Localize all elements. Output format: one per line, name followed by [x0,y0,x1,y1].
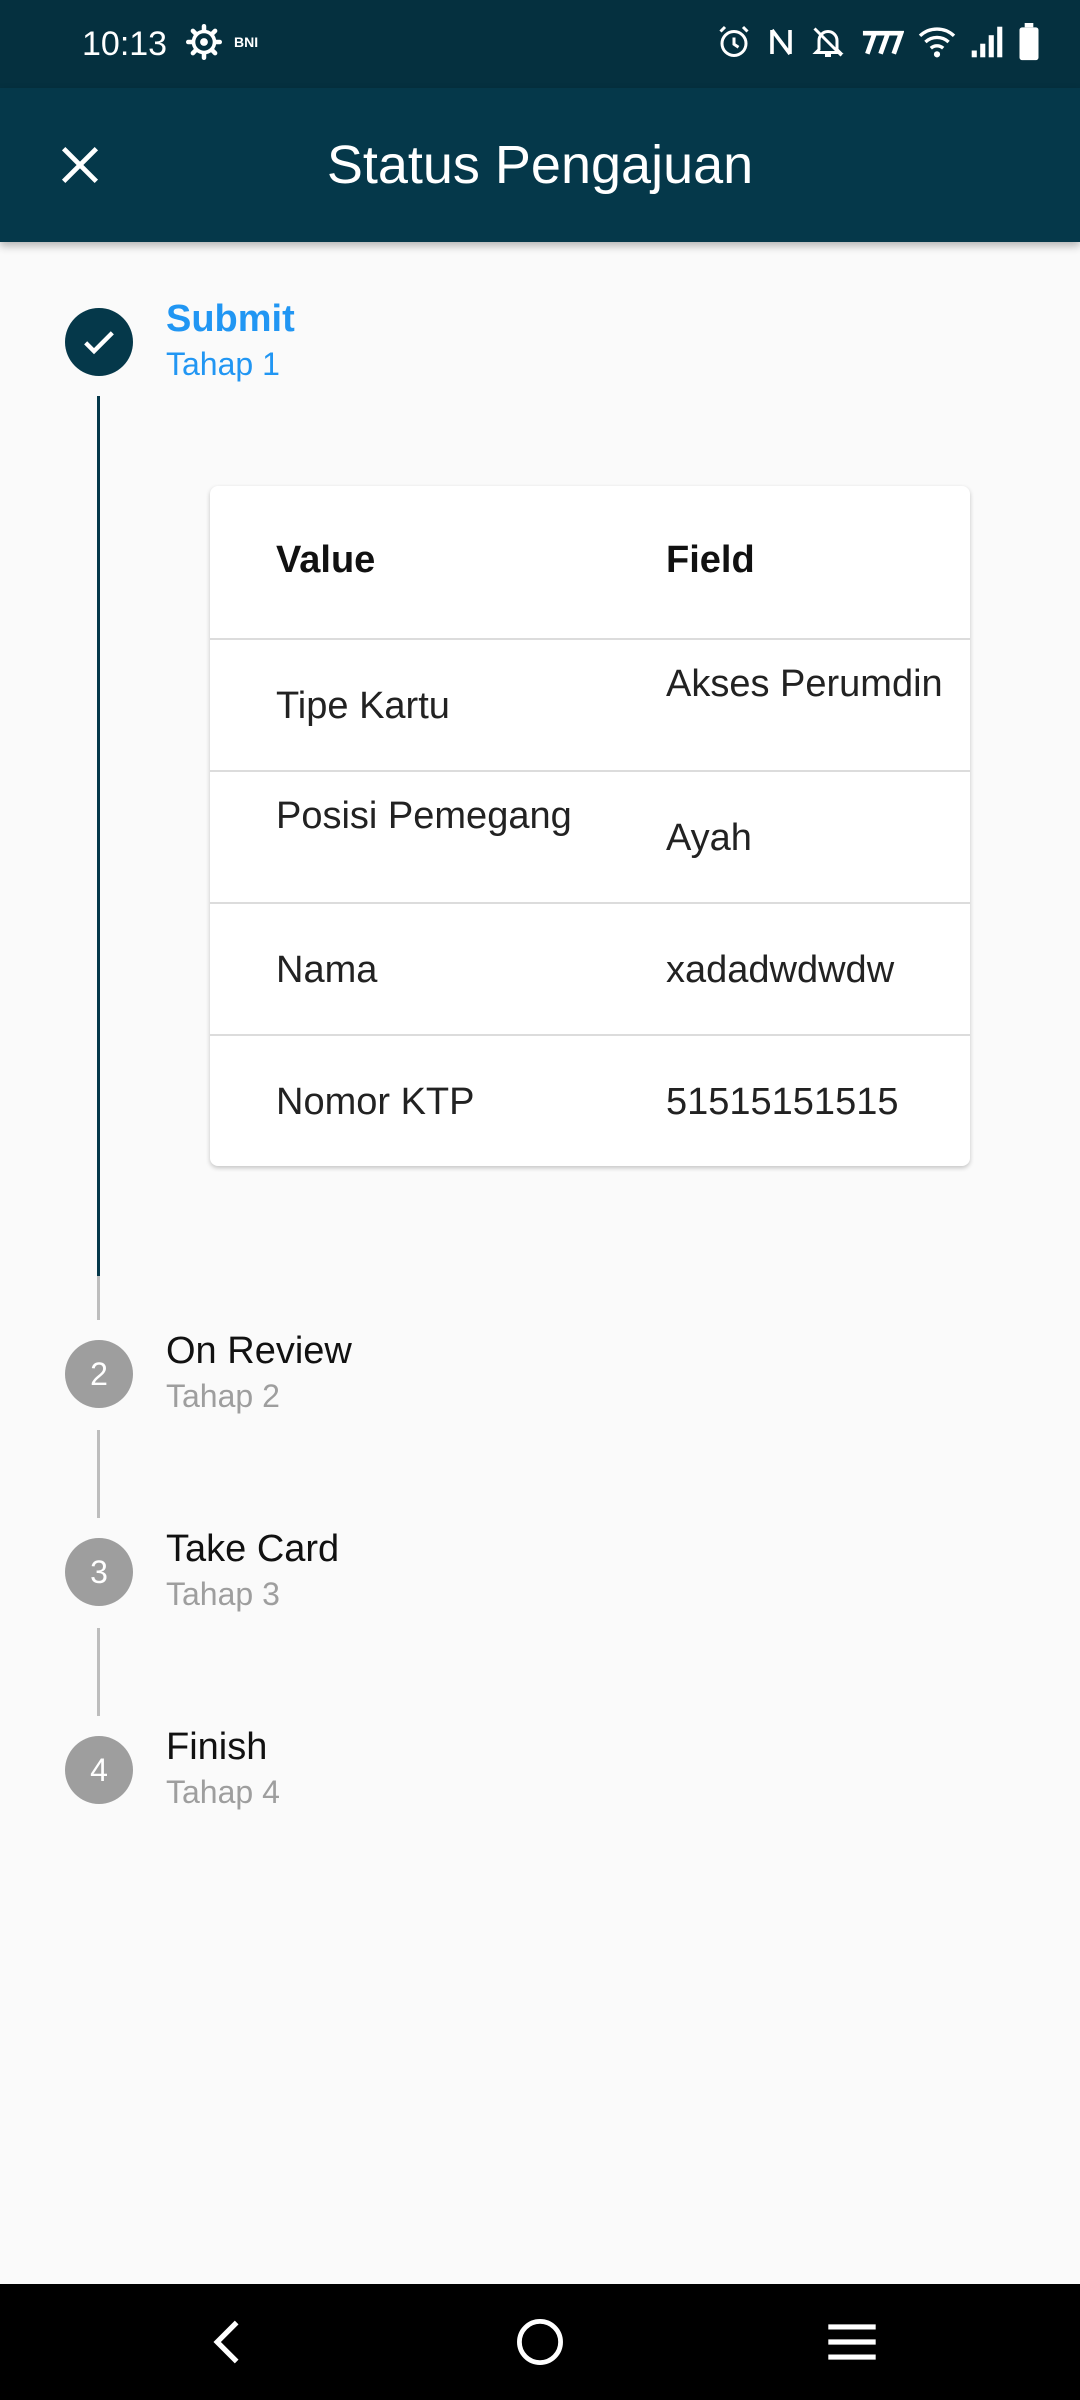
wifi-icon [918,25,956,64]
step-2-circle: 2 [65,1340,133,1408]
table-cell: 51515151515 [666,1081,899,1123]
step-4-title: Finish [166,1726,268,1768]
data-table-card: Value Field Tipe Kartu Akses Perumdin Po… [210,486,970,1166]
status-time: 10:13 [82,25,168,63]
signal-icon [970,25,1004,64]
app-bar: Status Pengajuan [0,88,1080,242]
network-operator-icon [860,27,905,62]
step-1-subtitle: Tahap 1 [166,346,280,382]
table-cell: Nomor KTP [276,1081,475,1123]
recents-button[interactable] [812,2302,892,2382]
step-connector [97,1276,100,1320]
table-row: Tipe Kartu Akses Perumdin [210,640,970,772]
nfc-icon [766,24,796,65]
table-row: Nama xadadwdwdw [210,904,970,1036]
column-header: Value [276,539,376,581]
step-1-title: Submit [166,298,295,340]
step-connector [97,1628,100,1716]
column-header: Field [666,539,755,581]
table-row: Nomor KTP 51515151515 [210,1036,970,1166]
table-cell: xadadwdwdw [666,949,895,991]
step-connector [97,396,100,1276]
close-icon [61,146,99,184]
battery-icon [1018,22,1040,66]
home-button[interactable] [500,2302,580,2382]
table-cell: Posisi Pemegang [276,795,572,837]
table-cell: Tipe Kartu [276,685,450,727]
step-3-circle: 3 [65,1538,133,1606]
table-cell: Ayah [666,817,752,859]
step-4-subtitle: Tahap 4 [166,1774,280,1810]
step-1-circle [65,308,133,376]
step-3-subtitle: Tahap 3 [166,1576,280,1612]
step-4-circle: 4 [65,1736,133,1804]
table-row: Posisi Pemegang Ayah [210,772,970,904]
system-icons [716,22,1040,66]
table-cell: Akses Perumdin [666,663,943,705]
notifications-off-icon [810,24,846,65]
back-icon [213,2320,239,2364]
step-2-subtitle: Tahap 2 [166,1378,280,1414]
bni-notification-icon: BNI [234,34,259,50]
gear-icon [186,24,222,65]
check-icon [84,331,114,355]
home-icon [517,2319,563,2365]
step-2-title: On Review [166,1330,352,1372]
alarm-icon [716,24,752,65]
page-title: Status Pengajuan [326,135,754,195]
back-button[interactable] [188,2302,268,2382]
table-cell: Nama [276,949,378,991]
menu-icon [828,2324,876,2360]
table-header-row: Value Field [210,486,970,640]
system-navigation-bar [0,2284,1080,2400]
status-bar: 10:13 BNI [0,0,1080,88]
close-button[interactable] [42,127,118,203]
step-connector [97,1430,100,1518]
step-3-title: Take Card [166,1528,340,1570]
